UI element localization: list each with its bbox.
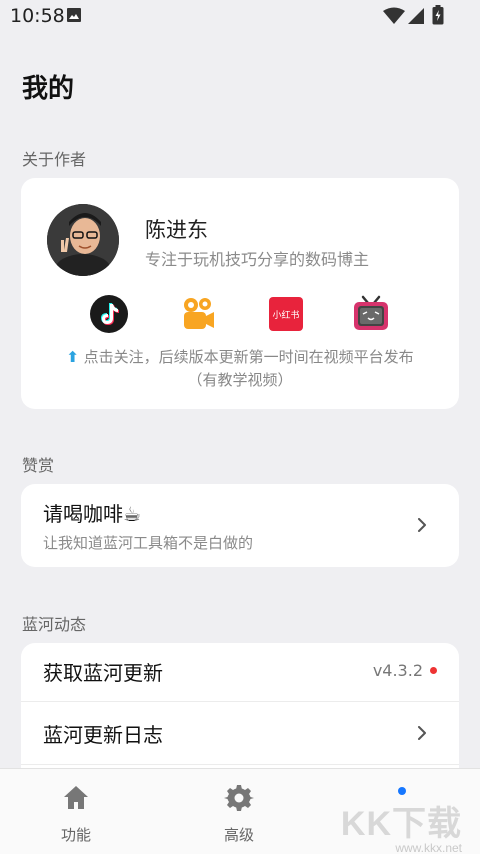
author-name: 陈进东	[145, 218, 208, 242]
chevron-right-icon	[418, 518, 426, 532]
xiaohongshu-icon[interactable]: 小红书	[266, 294, 306, 334]
status-time: 10:58	[10, 5, 65, 27]
wifi-icon	[383, 7, 405, 24]
section-label-appreciate: 赞赏	[22, 456, 55, 475]
section-label-about-author: 关于作者	[22, 150, 87, 169]
get-update-row[interactable]: 获取蓝河更新 v4.3.2	[21, 643, 459, 701]
follow-text-label: 点击关注，后续版本更新第一时间在视频平台发布	[83, 348, 414, 366]
page-title: 我的	[22, 74, 75, 104]
nav-item-advanced[interactable]: 高级	[179, 769, 299, 854]
update-dot	[430, 667, 437, 674]
follow-text: ⬆ 点击关注，后续版本更新第一时间在视频平台发布	[21, 346, 459, 367]
arrow-up-icon: ⬆	[66, 348, 79, 366]
author-avatar	[47, 204, 119, 276]
author-card: 陈进东 专注于玩机技巧分享的数码博主 小红书 ⬆ 点击关注，后续版本更新第一时间…	[21, 178, 459, 409]
changelog-label: 蓝河更新日志	[43, 723, 163, 747]
watermark-logo: KK下载	[340, 805, 462, 843]
nav-label-advanced: 高级	[223, 826, 254, 844]
image-notification-icon	[67, 8, 81, 22]
svg-text:小红书: 小红书	[272, 309, 299, 321]
follow-subtext: （有教学视频）	[187, 371, 293, 389]
appreciate-card[interactable]: 请喝咖啡☕ 让我知道蓝河工具箱不是白做的	[21, 484, 459, 567]
gear-icon	[224, 785, 254, 811]
chevron-right-icon	[418, 726, 426, 740]
changelog-row[interactable]: 蓝河更新日志	[21, 702, 459, 764]
status-bar: 10:58	[0, 0, 480, 32]
buy-coffee-subtitle: 让我知道蓝河工具箱不是白做的	[43, 534, 254, 552]
section-label-lanhe-news: 蓝河动态	[22, 615, 87, 634]
cell-signal-icon	[408, 8, 424, 24]
notification-dot	[398, 787, 406, 795]
douyin-icon[interactable]	[89, 294, 129, 334]
kuaishou-icon[interactable]	[178, 294, 218, 334]
social-links: 小红书	[21, 294, 459, 338]
buy-coffee-title: 请喝咖啡☕	[43, 502, 141, 526]
author-description: 专注于玩机技巧分享的数码博主	[145, 250, 370, 269]
watermark: KK下载 www.kkx.net	[341, 796, 462, 854]
version-text: v4.3.2	[372, 661, 423, 680]
bilibili-icon[interactable]	[351, 294, 391, 334]
nav-label-functions: 功能	[60, 826, 91, 844]
home-icon	[64, 786, 88, 809]
get-update-label: 获取蓝河更新	[43, 661, 163, 685]
battery-icon	[432, 5, 444, 25]
divider	[21, 764, 459, 765]
nav-item-functions[interactable]: 功能	[16, 769, 136, 854]
